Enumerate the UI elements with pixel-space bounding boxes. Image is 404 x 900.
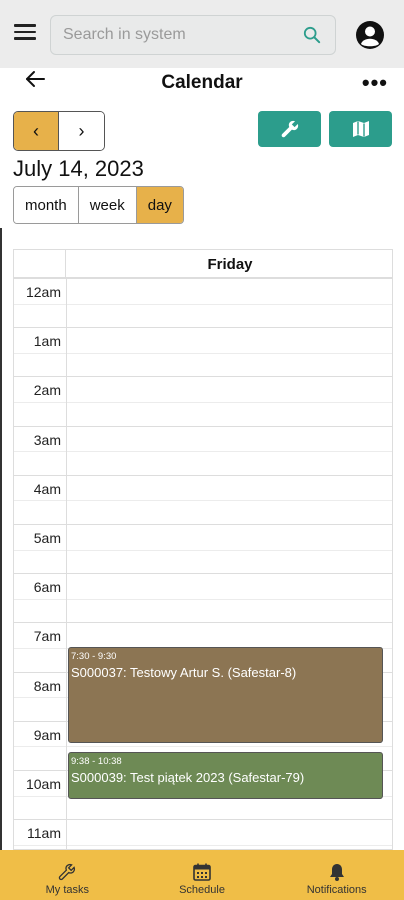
view-day-button[interactable]: day: [136, 187, 183, 223]
map-button[interactable]: [329, 111, 392, 147]
menu-icon[interactable]: [14, 24, 36, 44]
hour-label: 2am: [33, 382, 61, 399]
calendar-event[interactable]: 9:38 - 10:38 S000039: Test piątek 2023 (S…: [68, 751, 383, 800]
next-day-button[interactable]: ›: [59, 112, 104, 150]
hour-row[interactable]: 3am: [14, 425, 392, 475]
hour-row[interactable]: 11am: [14, 819, 392, 849]
hour-label: 1am: [33, 333, 61, 350]
event-title: S000039: Test piątek 2023 (Safestar-79): [71, 769, 305, 785]
hour-row[interactable]: 5am: [14, 524, 392, 573]
current-date-title: July 14, 2023: [13, 156, 144, 181]
hour-label: 8am: [33, 677, 61, 694]
tab-my-tasks[interactable]: My tasks: [0, 850, 135, 900]
event-title: S000037: Testowy Artur S. (Safestar-8): [71, 665, 297, 680]
calendar-event[interactable]: 7:30 - 9:30 S000037: Testowy Artur S. (Sa…: [68, 647, 383, 744]
tab-schedule-label: Schedule: [179, 884, 225, 896]
hour-row[interactable]: 1am: [14, 327, 392, 376]
day-name: Friday: [207, 256, 253, 273]
title-bar: Calendar •••: [0, 68, 404, 102]
search-box[interactable]: [50, 15, 336, 55]
half-hour-line: [14, 303, 392, 305]
hour-row[interactable]: 12am: [14, 278, 392, 327]
hour-label: 11am: [27, 825, 61, 842]
half-hour-line: [14, 352, 392, 354]
half-hour-line: [14, 500, 392, 502]
tab-schedule[interactable]: Schedule: [135, 850, 270, 900]
time-gutter-header: [14, 250, 66, 278]
half-hour-line: [14, 746, 392, 748]
day-calendar: Friday 11am 10am 9am 8am 7am 6am 5am 4am 3am 2am 1…: [13, 249, 393, 850]
calendar-header: Friday: [14, 250, 392, 278]
search-icon[interactable]: [303, 26, 321, 44]
event-time: 7:30 - 9:30: [71, 651, 117, 662]
half-hour-line: [14, 401, 392, 403]
half-hour-line: [14, 844, 392, 846]
wrench-icon: [281, 120, 298, 138]
view-week-button[interactable]: week: [78, 187, 137, 223]
view-switcher: month week day: [13, 186, 184, 224]
wrench-icon: [59, 863, 76, 881]
hour-label: 6am: [33, 579, 61, 596]
hour-label: 9am: [33, 726, 61, 743]
hour-row[interactable]: 2am: [14, 376, 392, 425]
bell-icon: [329, 864, 344, 881]
time-grid: 11am 10am 9am 8am 7am 6am 5am 4am 3am 2am 1am 12am …: [14, 278, 392, 849]
hour-label: 5am: [33, 530, 61, 546]
date-navigation: ‹ ›: [13, 111, 105, 151]
tab-notifications-label: Notifications: [306, 884, 367, 896]
search-input[interactable]: [63, 25, 293, 45]
bottom-navigation: My tasks Schedule Notifications: [0, 850, 404, 900]
hour-label: 3am: [33, 431, 61, 448]
gutter-divider: [66, 278, 67, 849]
hour-label: 12am: [25, 284, 61, 300]
tab-my-tasks-label: My tasks: [45, 884, 90, 896]
map-icon: [352, 121, 369, 137]
half-hour-line: [14, 549, 392, 551]
left-divider: [0, 228, 2, 850]
tab-notifications[interactable]: Notifications: [269, 850, 404, 900]
calendar-icon: [193, 863, 211, 881]
half-hour-line: [14, 598, 392, 600]
event-time: 9:38 - 10:38: [71, 755, 122, 767]
hour-label: 4am: [33, 480, 61, 497]
half-hour-line: [14, 451, 392, 453]
user-avatar-icon[interactable]: [355, 20, 385, 50]
top-bar: [0, 0, 404, 68]
hour-label: 10am: [25, 776, 61, 792]
hour-row[interactable]: 4am: [14, 474, 392, 524]
view-month-button[interactable]: month: [14, 187, 79, 223]
tools-button[interactable]: [258, 111, 321, 147]
hour-row[interactable]: 6am: [14, 573, 392, 622]
page-title: Calendar: [161, 72, 243, 93]
prev-day-button[interactable]: ‹: [14, 112, 59, 150]
more-options-icon[interactable]: •••: [362, 70, 388, 96]
hour-label: 7am: [33, 628, 61, 645]
